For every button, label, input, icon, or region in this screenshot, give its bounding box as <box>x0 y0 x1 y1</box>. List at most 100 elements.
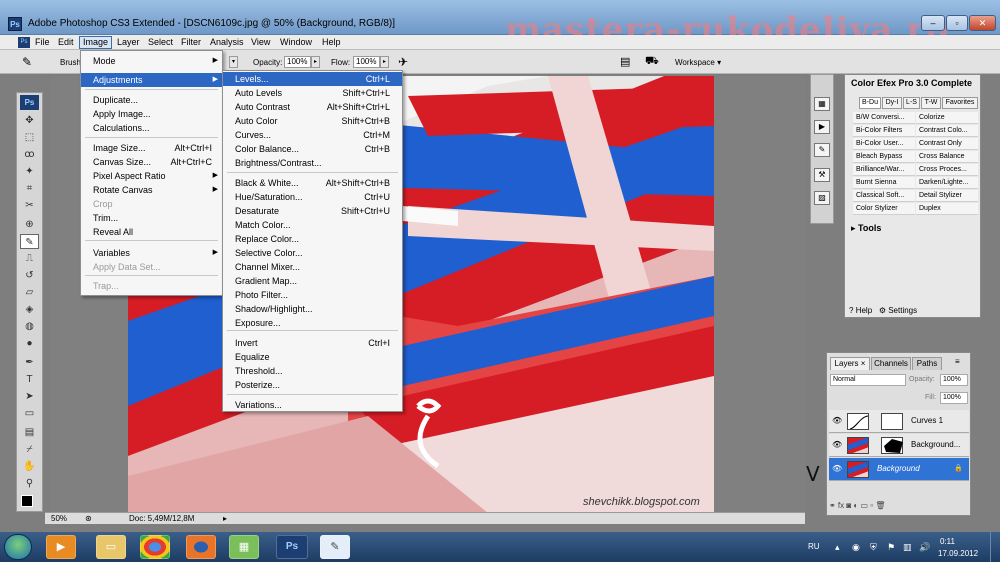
menu-filter[interactable]: Filter <box>178 37 204 47</box>
efex-filter-item[interactable]: Duplex <box>916 203 978 215</box>
dodge-tool-icon[interactable]: ● <box>20 336 39 351</box>
magic-wand-tool-icon[interactable]: ✦ <box>20 164 39 179</box>
adjustments-item-photo-filter[interactable]: Photo Filter... <box>223 288 402 302</box>
chrome-taskbar-icon[interactable] <box>140 535 170 559</box>
adjustments-item-black-white[interactable]: Black & White... Alt+Shift+Ctrl+B <box>223 176 402 190</box>
adjustments-item-brightness-contrast[interactable]: Brightness/Contrast... <box>223 156 402 170</box>
panel-menu-icon[interactable]: ≡ <box>955 357 960 366</box>
efex-filter-item[interactable]: Classical Soft... <box>853 190 915 202</box>
paint-taskbar-icon[interactable]: ✎ <box>320 535 350 559</box>
tray-network-icon[interactable]: ▥ <box>903 542 912 553</box>
tool-presets-panel-icon[interactable]: ⚒ <box>814 168 830 182</box>
adjustments-item-desaturate[interactable]: Desaturate Shift+Ctrl+U <box>223 204 402 218</box>
pen-tool-icon[interactable]: ✒ <box>20 355 39 370</box>
brush-tool-icon[interactable]: ✎ <box>20 234 39 249</box>
paint-bucket-tool-icon[interactable]: ◈ <box>20 302 39 317</box>
visibility-eye-icon[interactable]: 👁 <box>832 464 842 473</box>
efex-filter-item[interactable]: Cross Proces... <box>916 164 978 176</box>
adjustments-item-auto-contrast[interactable]: Auto Contrast Alt+Shift+Ctrl+L <box>223 100 402 114</box>
visibility-eye-icon[interactable]: 👁 <box>832 416 842 425</box>
layer-fill-input[interactable]: 100% <box>940 392 968 404</box>
zoom-tool-icon[interactable]: ⚲ <box>20 476 39 491</box>
adjustments-item-color-balance[interactable]: Color Balance... Ctrl+B <box>223 142 402 156</box>
menu-file[interactable]: File <box>32 37 53 47</box>
history-brush-tool-icon[interactable]: ↺ <box>20 268 39 283</box>
adjustments-item-threshold[interactable]: Threshold... <box>223 364 402 378</box>
bridge-icon[interactable]: ⛟ <box>645 55 659 69</box>
adjustments-item-hue-saturation[interactable]: Hue/Saturation... Ctrl+U <box>223 190 402 204</box>
efex-filter-item[interactable]: Color Stylizer <box>853 203 915 215</box>
type-tool-icon[interactable]: T <box>20 372 39 387</box>
airbrush-icon[interactable]: ✈ <box>398 55 408 69</box>
photoshop-taskbar-button[interactable]: Ps <box>276 535 308 559</box>
efex-tab-t-w[interactable]: T-W <box>921 97 941 109</box>
show-desktop-button[interactable] <box>990 532 1000 562</box>
menu-window[interactable]: Window <box>277 37 315 47</box>
image-menu-item-pixel-aspect-ratio[interactable]: Pixel Aspect Ratio ▶ <box>81 169 222 183</box>
ps-menu-icon[interactable]: Ps <box>18 37 30 48</box>
minimize-button[interactable]: – <box>921 15 945 31</box>
settings-link[interactable]: Settings <box>888 306 917 315</box>
adjustments-item-shadow-highlight[interactable]: Shadow/Highlight... <box>223 302 402 316</box>
tray-volume-icon[interactable]: 🔊 <box>919 542 930 553</box>
opacity-input[interactable]: 100% <box>284 56 311 68</box>
flow-input[interactable]: 100% <box>353 56 380 68</box>
eyedropper-tool-icon[interactable]: ⌿ <box>20 442 39 457</box>
actions-panel-icon[interactable]: ▶ <box>814 120 830 134</box>
efex-filter-item[interactable]: Burnt Sienna <box>853 177 915 189</box>
efex-filter-item[interactable]: Colorize <box>916 112 978 124</box>
workspace-button[interactable]: Workspace ▾ <box>675 58 721 67</box>
palette-well-icon[interactable]: ▤ <box>620 55 630 68</box>
efex-filter-item[interactable]: Contrast Only <box>916 138 978 150</box>
image-menu-item-trap[interactable]: Trap... <box>81 279 222 293</box>
adjustments-item-levels[interactable]: Levels... Ctrl+L <box>223 72 402 86</box>
eraser-tool-icon[interactable]: ▱ <box>20 285 39 300</box>
efex-tab-b-du[interactable]: B-Du <box>859 97 881 109</box>
menu-analysis[interactable]: Analysis <box>207 37 247 47</box>
shape-tool-icon[interactable]: ▭ <box>20 406 39 421</box>
status-icon[interactable]: ⊛ <box>85 514 92 523</box>
brushes-panel-icon[interactable]: ✎ <box>814 143 830 157</box>
image-menu-item-trim[interactable]: Trim... <box>81 211 222 225</box>
efex-filter-item[interactable]: Bi-Color Filters <box>853 125 915 137</box>
notes-tool-icon[interactable]: ▤ <box>20 425 39 440</box>
opacity-arrow[interactable]: ▸ <box>311 56 320 68</box>
maximize-button[interactable]: ▫ <box>946 15 968 31</box>
efex-filter-item[interactable]: Bleach Bypass <box>853 151 915 163</box>
tray-expand-icon[interactable]: ▴ <box>835 542 840 553</box>
layer-row-background[interactable]: 👁 Background 🔒 <box>829 458 969 481</box>
adjustments-item-curves[interactable]: Curves... Ctrl+M <box>223 128 402 142</box>
slice-tool-icon[interactable]: ✂ <box>20 198 39 213</box>
efex-tab-favorites[interactable]: Favorites <box>942 97 978 109</box>
tab-paths[interactable]: Paths <box>912 357 942 370</box>
brush-tool-icon[interactable]: ✎ <box>22 55 32 69</box>
layers-footer-icons[interactable]: ⚭ fx ◙ ◐ ▭ ▫ 🗑 <box>829 501 969 514</box>
settings-icon[interactable]: ⚙ <box>879 306 886 315</box>
menu-layer[interactable]: Layer <box>114 37 143 47</box>
layer-opacity-input[interactable]: 100% <box>940 374 968 386</box>
tray-security-icon[interactable]: ⛨ <box>870 542 877 553</box>
efex-filter-item[interactable]: Detail Stylizer <box>916 190 978 202</box>
tab-channels[interactable]: Channels <box>871 357 911 370</box>
image-menu-item-crop[interactable]: Crop <box>81 197 222 211</box>
efex-filter-item[interactable]: Bi-Color User... <box>853 138 915 150</box>
foreground-color-swatch[interactable] <box>21 495 33 507</box>
visibility-eye-icon[interactable]: 👁 <box>832 440 842 449</box>
file-explorer-taskbar-icon[interactable]: ▭ <box>96 535 126 559</box>
app-taskbar-icon[interactable]: ▦ <box>229 535 259 559</box>
menu-help[interactable]: Help <box>319 37 344 47</box>
adjustments-item-auto-levels[interactable]: Auto Levels Shift+Ctrl+L <box>223 86 402 100</box>
close-button[interactable]: ✕ <box>969 15 996 31</box>
hand-tool-icon[interactable]: ✋ <box>20 459 39 474</box>
start-button[interactable] <box>4 534 32 560</box>
adjustments-item-match-color[interactable]: Match Color... <box>223 218 402 232</box>
help-link[interactable]: Help <box>856 306 872 315</box>
histogram-panel-icon[interactable]: ▦ <box>814 97 830 111</box>
efex-filter-item[interactable]: Darken/Lighte... <box>916 177 978 189</box>
lasso-tool-icon[interactable]: ꝏ <box>20 147 39 162</box>
adjustments-item-auto-color[interactable]: Auto Color Shift+Ctrl+B <box>223 114 402 128</box>
efex-filter-item[interactable]: Cross Balance <box>916 151 978 163</box>
adjustments-item-invert[interactable]: Invert Ctrl+I <box>223 336 402 350</box>
adjustments-item-posterize[interactable]: Posterize... <box>223 378 402 392</box>
media-player-taskbar-icon[interactable]: ▶ <box>46 535 76 559</box>
